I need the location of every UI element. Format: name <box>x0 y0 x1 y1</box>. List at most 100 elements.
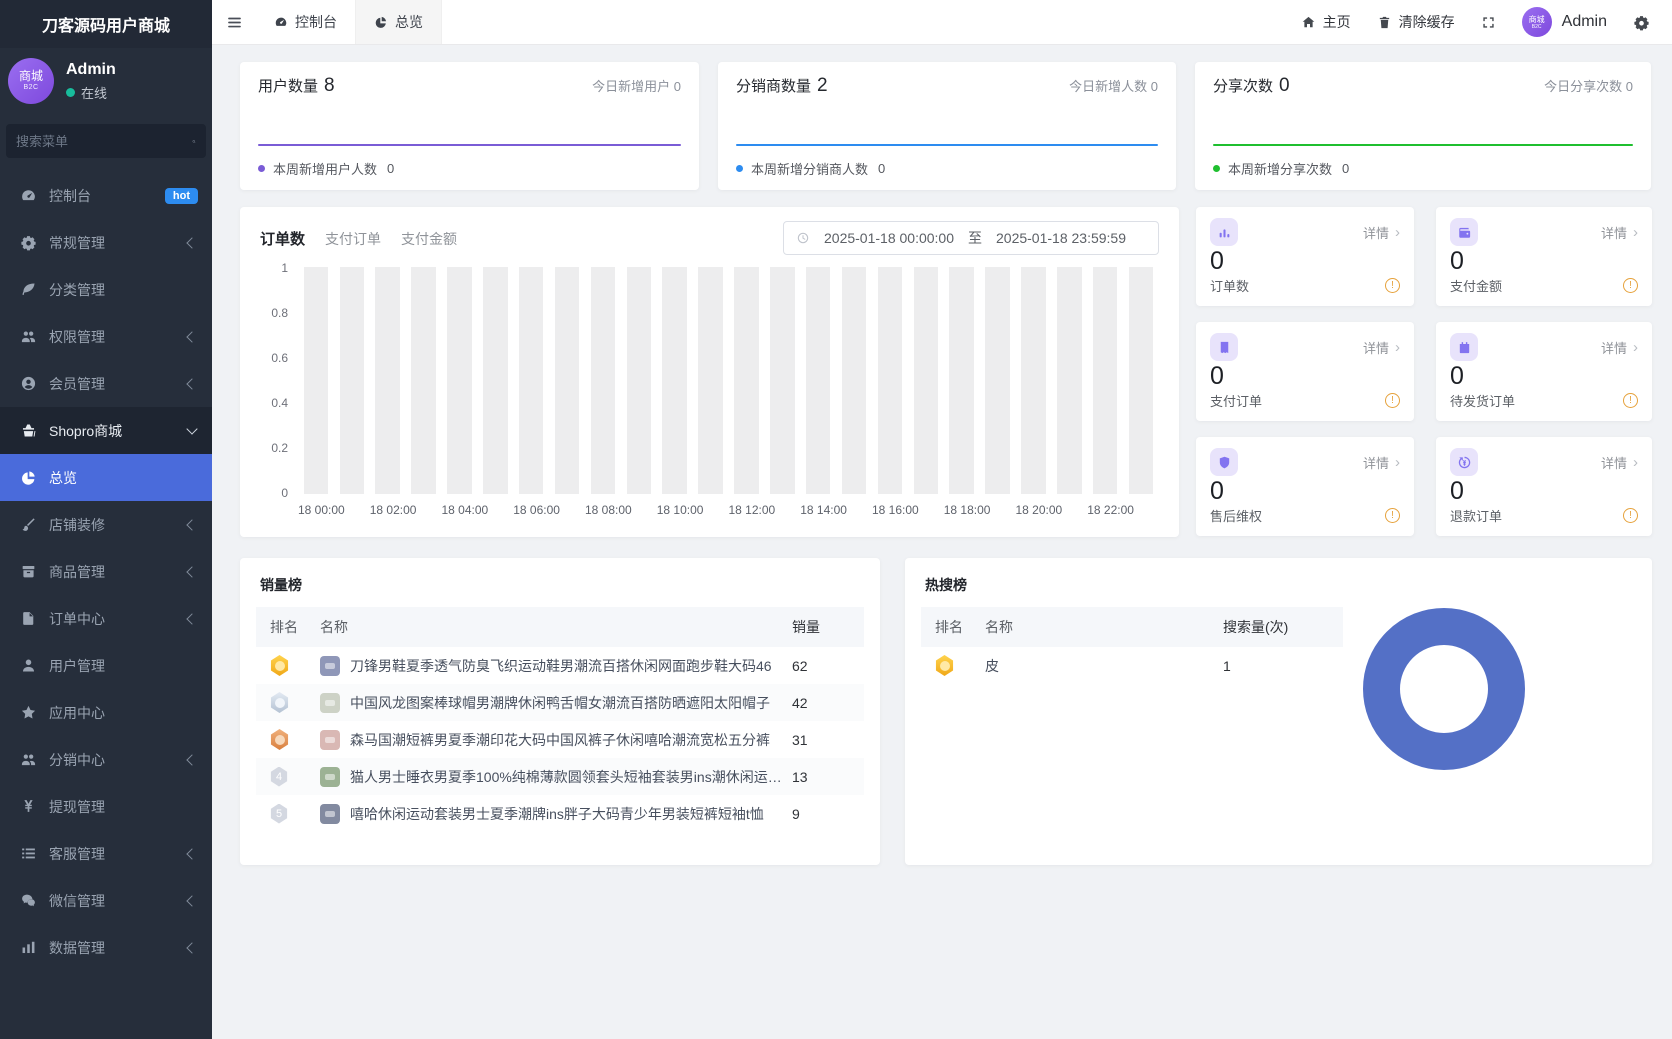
detail-link[interactable]: 详情 <box>1601 453 1638 472</box>
sidebar-item-category[interactable]: 分类管理 <box>0 266 212 313</box>
search-input[interactable] <box>16 133 192 149</box>
sidebar-item-service[interactable]: 客服管理 <box>0 830 212 877</box>
sales-rank-rows: 刀锋男鞋夏季透气防臭飞织运动鞋男潮流百搭休闲网面跑步鞋大码46 62 中国风龙图… <box>256 647 864 832</box>
chart-bar <box>1123 267 1159 494</box>
home-icon <box>1302 16 1314 27</box>
chart-bar <box>764 267 800 494</box>
row-value: 42 <box>792 694 808 711</box>
cogs-icon <box>20 234 37 251</box>
chart-bar <box>621 267 657 494</box>
chart-bar <box>872 267 908 494</box>
info-icon[interactable] <box>1623 508 1638 523</box>
member-icon <box>20 375 37 392</box>
sidebar-item-console[interactable]: 控制台 hot <box>0 172 212 219</box>
fullscreen-button[interactable] <box>1481 15 1496 30</box>
table-row[interactable]: 皮 1 <box>921 647 1343 684</box>
user-name: Admin <box>66 60 116 78</box>
menu-search[interactable] <box>6 124 206 158</box>
order-chart-panel: 订单数 支付订单 支付金额 2025-01-18 00:00:00 至 2025-0… <box>240 207 1179 537</box>
detail-link[interactable]: 详情 <box>1601 223 1638 242</box>
kpi-refund-icon <box>1450 448 1478 476</box>
kpi-value: 0 <box>1210 476 1224 505</box>
date-start-input[interactable]: 2025-01-18 00:00:00 <box>810 230 968 246</box>
table-row[interactable]: 森马国潮短裤男夏季潮印花大码中国风裤子休闲嘻哈潮流宽松五分裤 31 <box>256 721 864 758</box>
info-icon[interactable] <box>1385 393 1400 408</box>
sidebar-item-goods[interactable]: 商品管理 <box>0 548 212 595</box>
sidebar-item-general[interactable]: 常规管理 <box>0 219 212 266</box>
detail-link[interactable]: 详情 <box>1601 338 1638 357</box>
chart-bar <box>477 267 513 494</box>
table-row[interactable]: 4 猫人男士睡衣男夏季100%纯棉薄款圆领套头短袖套装男ins潮休闲运动... … <box>256 758 864 795</box>
team-icon <box>20 751 37 768</box>
yen-icon <box>20 798 37 815</box>
table-row[interactable]: 5 嘻哈休闲运动套装男士夏季潮牌ins胖子大码青少年男装短裤短袖t恤 9 <box>256 795 864 832</box>
sidebar-item-decoration[interactable]: 店铺装修 <box>0 501 212 548</box>
info-icon[interactable] <box>1385 508 1400 523</box>
user-profile[interactable]: 商城 B2C Admin 在线 <box>0 48 212 116</box>
sidebar-item-withdraw[interactable]: 提现管理 <box>0 783 212 830</box>
chart-tab[interactable]: 支付金额 <box>401 229 457 249</box>
chart-bar <box>549 267 585 494</box>
sidebar-item-shopro[interactable]: Shopro商城 <box>0 407 212 454</box>
sidebar-item-wechat[interactable]: 微信管理 <box>0 877 212 924</box>
kpi-card-pay-order: 详情 0 支付订单 <box>1196 322 1414 421</box>
product-name: 嘻哈休闲运动套装男士夏季潮牌ins胖子大码青少年男装短裤短袖t恤 <box>350 805 764 822</box>
kpi-card-refund: 详情 0 退款订单 <box>1436 437 1652 536</box>
product-name: 猫人男士睡衣男夏季100%纯棉薄款圆领套头短袖套装男ins潮休闲运动... <box>350 768 792 785</box>
table-row[interactable]: 中国风龙图案棒球帽男潮牌休闲鸭舌帽女潮流百搭防晒遮阳太阳帽子 42 <box>256 684 864 721</box>
hot-search-rows: 皮 1 <box>921 647 1343 684</box>
chart-bar <box>657 267 693 494</box>
clear-cache-button[interactable]: 清除缓存 <box>1377 12 1455 32</box>
sidebar-item-permission[interactable]: 权限管理 <box>0 313 212 360</box>
settings-button[interactable] <box>1633 14 1650 31</box>
product-name: 刀锋男鞋夏季透气防臭飞织运动鞋男潮流百搭休闲网面跑步鞋大码46 <box>350 657 772 674</box>
sidebar-item-distribution[interactable]: 分销中心 <box>0 736 212 783</box>
legend-dot <box>1213 165 1220 172</box>
home-button[interactable]: 主页 <box>1301 12 1351 32</box>
avatar: 商城 B2C <box>8 58 54 104</box>
tab-overview[interactable]: 总览 <box>355 0 442 44</box>
chart-bar <box>406 267 442 494</box>
chevron-icon <box>186 377 198 390</box>
kpi-card-order-count: 详情 0 订单数 <box>1196 207 1414 306</box>
users-icon <box>20 328 37 345</box>
chart-tab[interactable]: 订单数 <box>260 228 305 249</box>
sparkline-chart <box>736 144 1158 146</box>
sidebar-item-order-center[interactable]: 订单中心 <box>0 595 212 642</box>
chevron-icon <box>186 894 198 907</box>
chevron-icon <box>186 847 198 860</box>
rank-number: 4 <box>270 766 288 787</box>
sidebar-item-overview[interactable]: 总览 <box>0 454 212 501</box>
info-icon[interactable] <box>1623 278 1638 293</box>
detail-link[interactable]: 详情 <box>1363 223 1400 242</box>
kpi-value: 0 <box>1450 361 1464 390</box>
sidebar-item-member[interactable]: 会员管理 <box>0 360 212 407</box>
dashboard-icon <box>275 17 287 26</box>
sidebar-item-user[interactable]: 用户管理 <box>0 642 212 689</box>
chevron-icon <box>186 753 198 766</box>
service-icon <box>20 845 37 862</box>
tab-console[interactable]: 控制台 <box>256 0 355 44</box>
main-content: 用户数量 8 今日新增用户 0 本周新增用户人数 0 分销商数量 2 今日新增人数 … <box>212 45 1672 1039</box>
date-range-picker[interactable]: 2025-01-18 00:00:00 至 2025-01-18 23:59:5… <box>783 221 1159 255</box>
sidebar-item-app-center[interactable]: 应用中心 <box>0 689 212 736</box>
user-icon <box>20 657 37 674</box>
chart-tab[interactable]: 支付订单 <box>325 229 381 249</box>
sidebar-toggle-button[interactable] <box>212 0 256 44</box>
kpi-label: 支付订单 <box>1210 394 1263 409</box>
row-value: 62 <box>792 657 808 674</box>
product-thumbnail <box>320 655 340 676</box>
sparkline-chart <box>258 144 681 146</box>
today-stat: 今日新增人数 0 <box>1069 79 1158 94</box>
detail-link[interactable]: 详情 <box>1363 338 1400 357</box>
info-icon[interactable] <box>1385 278 1400 293</box>
chevron-icon <box>186 941 198 954</box>
user-menu[interactable]: 商城 B2C Admin <box>1521 7 1607 37</box>
sidebar-item-data[interactable]: 数据管理 <box>0 924 212 971</box>
date-end-input[interactable]: 2025-01-18 23:59:59 <box>982 230 1140 246</box>
table-row[interactable]: 刀锋男鞋夏季透气防臭飞织运动鞋男潮流百搭休闲网面跑步鞋大码46 62 <box>256 647 864 684</box>
detail-link[interactable]: 详情 <box>1363 453 1400 472</box>
medal-rank-1-icon <box>935 655 954 676</box>
info-icon[interactable] <box>1623 393 1638 408</box>
row-value: 31 <box>792 731 808 748</box>
